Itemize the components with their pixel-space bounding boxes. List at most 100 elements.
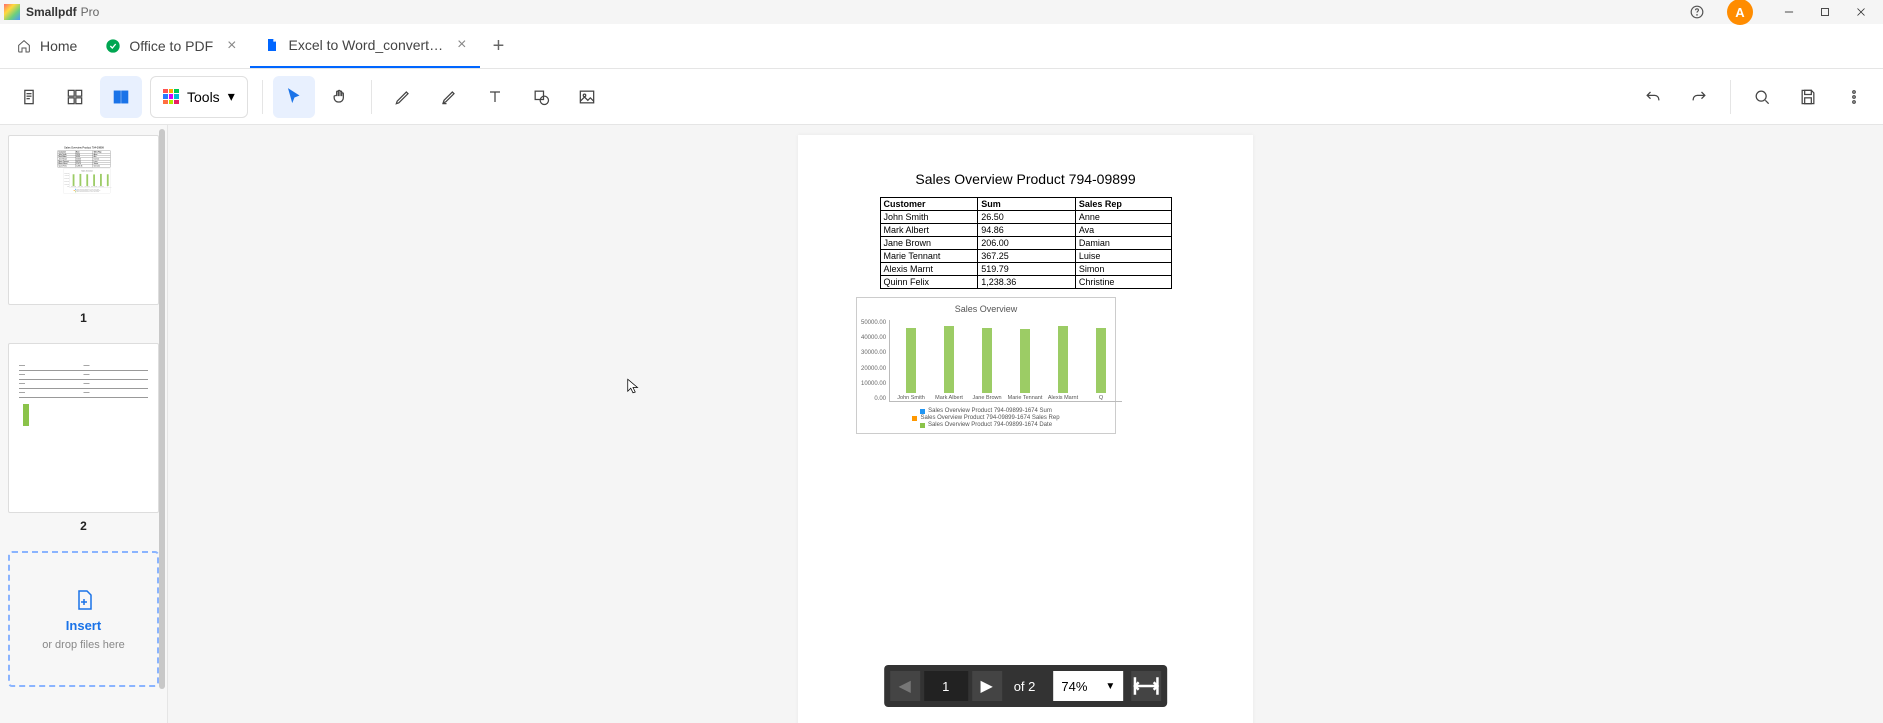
table-row: Alexis Marnt519.79Simon	[880, 263, 1171, 276]
undo-button[interactable]	[1632, 76, 1674, 118]
tab-close-button[interactable]: ×	[227, 37, 236, 55]
app-subtitle: Pro	[81, 5, 100, 19]
more-menu-button[interactable]	[1833, 76, 1875, 118]
pencil-icon	[393, 87, 413, 107]
table-row: Quinn Felix1,238.36Christine	[57, 165, 109, 167]
bar: John Smith	[70, 174, 77, 187]
table-row: Mark Albert94.86Ava	[57, 155, 109, 157]
cursor-icon	[624, 377, 642, 400]
legend-swatch-icon	[920, 409, 925, 414]
text-icon	[485, 87, 505, 107]
zoom-dropdown[interactable]: 74% ▼	[1053, 671, 1123, 701]
document-title: Sales Overview Product 794-09899	[822, 171, 1229, 187]
help-button[interactable]	[1679, 0, 1715, 24]
maximize-button[interactable]	[1807, 0, 1843, 24]
page-thumb-1[interactable]: Sales Overview Product 794-09899 Custome…	[8, 135, 159, 325]
text-tool-button[interactable]	[474, 76, 516, 118]
shape-tool-button[interactable]	[520, 76, 562, 118]
legend-text: Sales Overview Product 794-09899-1674 Sa…	[920, 415, 1059, 421]
close-icon	[1854, 5, 1868, 19]
page-icon	[19, 87, 39, 107]
table-cell: Jane Brown	[880, 237, 978, 250]
table-cell: Damian	[92, 158, 109, 160]
table-cell: Quinn Felix	[57, 165, 75, 167]
search-button[interactable]	[1741, 76, 1783, 118]
app-title: Smallpdf	[26, 5, 77, 19]
bar: Alexis Marnt	[97, 174, 104, 187]
tools-dropdown[interactable]: Tools ▾	[150, 76, 248, 118]
grid-view-button[interactable]	[54, 76, 96, 118]
legend-swatch-icon	[75, 189, 76, 190]
table-cell: Mark Albert	[880, 224, 978, 237]
table-cell: Alexis Marnt	[880, 263, 978, 276]
document-canvas[interactable]: Sales Overview Product 794-09899 Custome…	[168, 125, 1883, 723]
table-cell: Mark Albert	[57, 155, 75, 157]
tab-close-button[interactable]: ×	[457, 36, 466, 54]
bar: Mark Albert	[76, 174, 83, 187]
toolbar: Tools ▾	[0, 69, 1883, 125]
table-cell: 519.79	[75, 162, 93, 164]
select-tool-button[interactable]	[273, 76, 315, 118]
table-header: Sum	[978, 198, 1076, 211]
bars-area: John SmithMark AlbertJane BrownMarie Ten…	[69, 173, 111, 188]
table-cell: 367.25	[75, 160, 93, 162]
chart-legend: Sales Overview Product 794-09899-1674 Su…	[64, 189, 109, 193]
y-axis: 50000.0040000.0030000.0020000.0010000.00…	[64, 173, 69, 188]
bar: John Smith	[892, 328, 930, 401]
table-row: Jane Brown206.00Damian	[880, 237, 1171, 250]
tab-label: Excel to Word_convert…	[288, 37, 443, 53]
table-header: Customer	[57, 151, 75, 153]
tab-home[interactable]: Home	[2, 24, 91, 68]
single-page-view-button[interactable]	[8, 76, 50, 118]
table-cell: Christine	[1075, 276, 1171, 289]
pencil-tool-button[interactable]	[382, 76, 424, 118]
grid-icon	[65, 87, 85, 107]
help-icon	[1690, 5, 1704, 19]
title-bar: Smallpdf Pro A	[0, 0, 1883, 24]
table-row: Alexis Marnt519.79Simon	[57, 162, 109, 164]
save-button[interactable]	[1787, 76, 1829, 118]
page-1: Sales Overview Product 794-09899 Custome…	[798, 135, 1253, 723]
undo-icon	[1643, 87, 1663, 107]
fit-width-icon	[1131, 671, 1161, 701]
avatar[interactable]: A	[1727, 0, 1753, 25]
table-cell: Christine	[92, 165, 109, 167]
legend-swatch-icon	[75, 191, 76, 192]
page-thumb-2[interactable]: —— —— —— —— 2	[8, 343, 159, 533]
thumb-label: 1	[8, 311, 159, 325]
redo-button[interactable]	[1678, 76, 1720, 118]
prev-page-button[interactable]: ◀	[890, 671, 920, 701]
sidebar-scrollbar[interactable]	[157, 125, 167, 723]
table-cell: Luise	[1075, 250, 1171, 263]
hand-tool-button[interactable]	[319, 76, 361, 118]
minimize-button[interactable]	[1771, 0, 1807, 24]
separator	[1730, 80, 1731, 114]
image-tool-button[interactable]	[566, 76, 608, 118]
thumb-label: 2	[8, 519, 159, 533]
next-page-button[interactable]: ▶	[972, 671, 1002, 701]
tab-excel-to-word[interactable]: Excel to Word_convert… ×	[250, 24, 480, 68]
table-cell: Ava	[92, 155, 109, 157]
table-cell: Quinn Felix	[880, 276, 978, 289]
table-cell: Marie Tennant	[57, 160, 75, 162]
page-total-label: of 2	[1006, 679, 1044, 694]
close-window-button[interactable]	[1843, 0, 1879, 24]
highlight-tool-button[interactable]	[428, 76, 470, 118]
fit-width-button[interactable]	[1131, 671, 1161, 701]
new-tab-button[interactable]: +	[480, 35, 516, 58]
table-cell: 1,238.36	[978, 276, 1076, 289]
insert-dropzone[interactable]: Insert or drop files here	[8, 551, 159, 687]
app-logo-icon	[4, 4, 20, 20]
maximize-icon	[1818, 5, 1832, 19]
tab-office-to-pdf[interactable]: Office to PDF ×	[91, 24, 250, 68]
table-row: Quinn Felix1,238.36Christine	[880, 276, 1171, 289]
bar: Marie Tennant	[1006, 329, 1044, 401]
page-number-input[interactable]	[924, 671, 968, 701]
two-page-view-button[interactable]	[100, 76, 142, 118]
table-cell: Simon	[92, 162, 109, 164]
table-cell: Anne	[1075, 211, 1171, 224]
two-page-icon	[111, 87, 131, 107]
table-cell: Jane Brown	[57, 158, 75, 160]
home-icon	[16, 38, 32, 54]
table-header: Sum	[75, 151, 93, 153]
